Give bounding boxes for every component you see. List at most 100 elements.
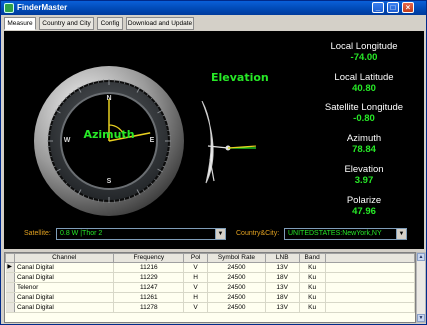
table-header-row: Channel Frequency Pol Symbol Rate LNB Ba… bbox=[5, 253, 415, 263]
cell-lnb[interactable]: 18V bbox=[265, 272, 300, 283]
cell-symbol-rate[interactable]: 24500 bbox=[207, 262, 266, 273]
maximize-button[interactable]: □ bbox=[387, 2, 399, 13]
chevron-down-icon[interactable]: ▼ bbox=[215, 229, 225, 239]
dial-tick bbox=[157, 105, 160, 108]
dial-tick bbox=[162, 165, 166, 168]
cell-filler bbox=[325, 292, 415, 303]
column-header-frequency[interactable]: Frequency bbox=[113, 253, 185, 263]
cell-frequency[interactable]: 11278 bbox=[113, 302, 185, 313]
cell-pol[interactable]: V bbox=[183, 262, 209, 273]
readout-value: -0.80 bbox=[353, 113, 375, 124]
dial-ticks bbox=[47, 79, 171, 203]
dial-tick bbox=[92, 197, 95, 201]
cell-pol[interactable]: H bbox=[183, 272, 209, 283]
dial-tick bbox=[157, 168, 163, 173]
cell-band[interactable]: Ku bbox=[299, 272, 326, 283]
cell-frequency[interactable]: 11216 bbox=[113, 262, 185, 273]
readout-label: Elevation bbox=[344, 164, 384, 175]
table-vertical-scrollbar[interactable]: ▲ ▼ bbox=[416, 252, 426, 323]
window-title: FinderMaster bbox=[17, 3, 68, 12]
scroll-up-button[interactable]: ▲ bbox=[417, 253, 425, 261]
tab-measure[interactable]: Measure bbox=[4, 17, 36, 30]
column-header-channel[interactable]: Channel bbox=[13, 253, 115, 263]
cell-pol[interactable]: V bbox=[183, 282, 209, 293]
dial-tick bbox=[146, 93, 150, 96]
table-row[interactable]: Canal Digital 11229 H 24500 18V Ku bbox=[5, 272, 415, 283]
column-header-symbol-rate[interactable]: Symbol Rate bbox=[207, 253, 266, 263]
compass-north: N bbox=[106, 95, 112, 102]
dial-tick bbox=[97, 79, 100, 83]
cell-channel[interactable]: Canal Digital bbox=[14, 272, 115, 283]
dial-tick bbox=[146, 186, 150, 189]
close-button[interactable]: × bbox=[402, 2, 414, 13]
dial-tick bbox=[164, 119, 168, 122]
azimuth-dial-label: Azimuth bbox=[83, 128, 135, 141]
dial-tick bbox=[97, 199, 100, 203]
cell-lnb[interactable]: 13V bbox=[265, 262, 300, 273]
dial-tick bbox=[162, 114, 166, 117]
dial-tick bbox=[136, 189, 141, 195]
title-bar[interactable]: FinderMaster _ □ × bbox=[1, 1, 426, 15]
dial-tick bbox=[150, 182, 154, 186]
cell-frequency[interactable]: 11261 bbox=[113, 292, 185, 303]
cell-band[interactable]: Ku bbox=[299, 302, 326, 313]
column-header-band[interactable]: Band bbox=[298, 253, 326, 263]
tab-country-and-city[interactable]: Country and City bbox=[39, 17, 94, 30]
satellite-select[interactable]: 0.8 W |Thor 2 ▼ bbox=[56, 228, 226, 240]
country-city-select-value: UNITEDSTATES:NewYork,NY bbox=[288, 230, 382, 237]
measure-panel: Azimuth N S E W Elevation Local Longitud… bbox=[4, 31, 424, 249]
cell-band[interactable]: Ku bbox=[299, 262, 326, 273]
dial-tick bbox=[73, 189, 76, 192]
cell-symbol-rate[interactable]: 24500 bbox=[207, 302, 266, 313]
country-city-select[interactable]: UNITEDSTATES:NewYork,NY ▼ bbox=[284, 228, 407, 240]
cell-channel[interactable]: Telenor bbox=[14, 282, 115, 293]
dial-tick bbox=[55, 109, 61, 114]
cell-symbol-rate[interactable]: 24500 bbox=[207, 282, 266, 293]
dial-tick bbox=[92, 81, 95, 85]
cell-pol[interactable]: V bbox=[183, 302, 209, 313]
dial-tick bbox=[52, 165, 56, 168]
dial-tick bbox=[128, 82, 131, 86]
cell-filler bbox=[325, 272, 415, 283]
readout-value: 3.97 bbox=[354, 175, 374, 186]
country-city-label: Country&City: bbox=[236, 230, 280, 237]
current-row-indicator: ▶ bbox=[5, 262, 15, 273]
compass-west: W bbox=[63, 137, 71, 144]
cell-lnb[interactable]: 13V bbox=[265, 282, 300, 293]
cell-frequency[interactable]: 11247 bbox=[113, 282, 185, 293]
minimize-button[interactable]: _ bbox=[372, 2, 384, 13]
dial-tick bbox=[164, 160, 168, 163]
cell-channel[interactable]: Canal Digital bbox=[14, 292, 115, 303]
cell-lnb[interactable]: 18V bbox=[265, 292, 300, 303]
cell-channel[interactable]: Canal Digital bbox=[14, 302, 115, 313]
cell-filler bbox=[325, 262, 415, 273]
cell-band[interactable]: Ku bbox=[299, 282, 326, 293]
column-header-pol[interactable]: Pol bbox=[183, 253, 209, 263]
dial-tick bbox=[123, 81, 126, 85]
table-row[interactable]: ▶ Canal Digital 11216 V 24500 13V Ku bbox=[5, 262, 415, 273]
readout-local-longitude: Local Longitude -74.00 bbox=[304, 41, 424, 63]
dial-tick bbox=[50, 119, 54, 122]
table-row[interactable]: Canal Digital 11278 V 24500 13V Ku bbox=[5, 302, 415, 313]
readout-value: -74.00 bbox=[350, 52, 378, 63]
cell-symbol-rate[interactable]: 24500 bbox=[207, 272, 266, 283]
table-row[interactable]: Telenor 11247 V 24500 13V Ku bbox=[5, 282, 415, 293]
scroll-down-button[interactable]: ▼ bbox=[417, 314, 425, 322]
tab-download-and-update[interactable]: Download and Update bbox=[126, 17, 194, 30]
row-header bbox=[5, 302, 15, 313]
elevation-gauge bbox=[201, 101, 256, 184]
dial-tick bbox=[118, 79, 121, 83]
chevron-down-icon[interactable]: ▼ bbox=[396, 229, 406, 239]
cell-pol[interactable]: H bbox=[183, 292, 209, 303]
readout-label: Local Longitude bbox=[330, 41, 398, 52]
tab-config[interactable]: Config bbox=[97, 17, 123, 30]
cell-lnb[interactable]: 13V bbox=[265, 302, 300, 313]
cell-band[interactable]: Ku bbox=[299, 292, 326, 303]
dial-tick bbox=[165, 155, 169, 158]
column-header-lnb[interactable]: LNB bbox=[264, 253, 300, 263]
dial-tick bbox=[68, 186, 72, 189]
cell-channel[interactable]: Canal Digital bbox=[14, 262, 115, 273]
cell-frequency[interactable]: 11229 bbox=[113, 272, 185, 283]
table-row[interactable]: Canal Digital 11261 H 24500 18V Ku bbox=[5, 292, 415, 303]
cell-symbol-rate[interactable]: 24500 bbox=[207, 292, 266, 303]
